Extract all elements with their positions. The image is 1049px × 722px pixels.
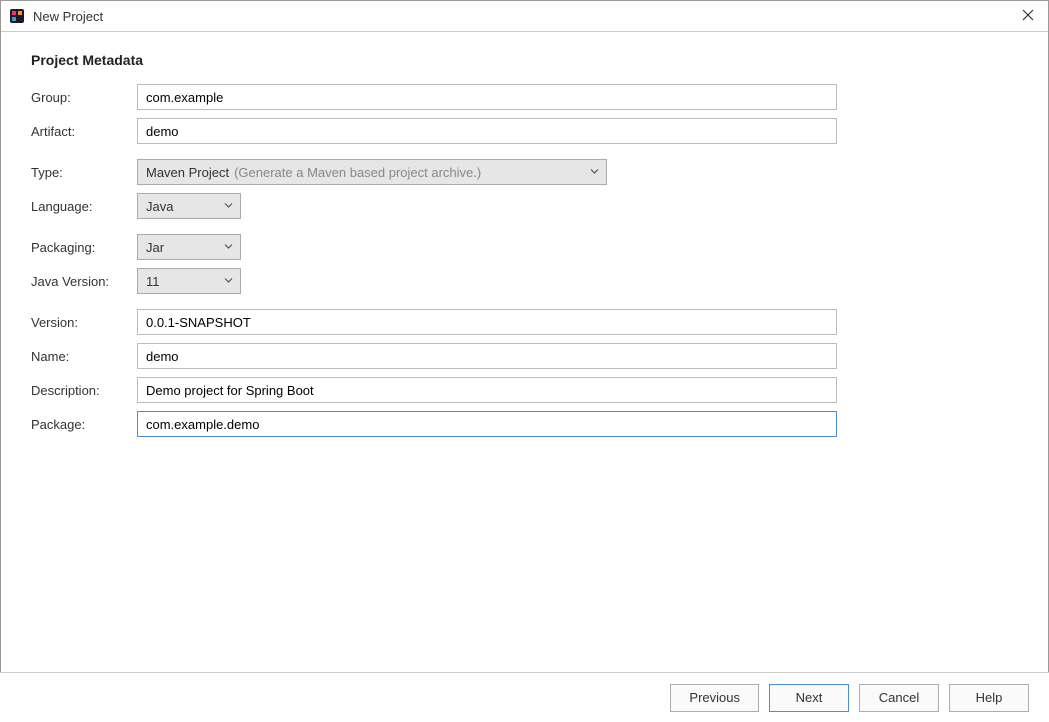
package-input[interactable] — [137, 411, 837, 437]
name-input[interactable] — [137, 343, 837, 369]
artifact-input[interactable] — [137, 118, 837, 144]
package-label: Package: — [31, 417, 137, 432]
language-dropdown-value: Java — [146, 199, 173, 214]
next-button[interactable]: Next — [769, 684, 849, 712]
type-label: Type: — [31, 165, 137, 180]
type-dropdown-value: Maven Project — [146, 165, 229, 180]
language-label: Language: — [31, 199, 137, 214]
previous-button[interactable]: Previous — [670, 684, 759, 712]
content-area: Project Metadata Group: Artifact: Type: … — [1, 32, 1048, 671]
group-label: Group: — [31, 90, 137, 105]
packaging-dropdown[interactable]: Jar — [137, 234, 241, 260]
chevron-down-icon — [224, 242, 233, 253]
java-version-dropdown[interactable]: 11 — [137, 268, 241, 294]
description-label: Description: — [31, 383, 137, 398]
help-button[interactable]: Help — [949, 684, 1029, 712]
version-label: Version: — [31, 315, 137, 330]
description-input[interactable] — [137, 377, 837, 403]
chevron-down-icon — [590, 167, 599, 178]
packaging-label: Packaging: — [31, 240, 137, 255]
footer: Previous Next Cancel Help — [0, 672, 1049, 722]
group-input[interactable] — [137, 84, 837, 110]
close-icon[interactable] — [1016, 5, 1040, 28]
app-icon — [9, 8, 25, 24]
packaging-dropdown-value: Jar — [146, 240, 164, 255]
cancel-button[interactable]: Cancel — [859, 684, 939, 712]
language-dropdown[interactable]: Java — [137, 193, 241, 219]
java-version-dropdown-value: 11 — [146, 274, 160, 289]
artifact-label: Artifact: — [31, 124, 137, 139]
name-label: Name: — [31, 349, 137, 364]
java-version-label: Java Version: — [31, 274, 137, 289]
section-heading: Project Metadata — [31, 52, 1018, 68]
chevron-down-icon — [224, 276, 233, 287]
window-title: New Project — [33, 9, 103, 24]
type-dropdown[interactable]: Maven Project (Generate a Maven based pr… — [137, 159, 607, 185]
type-dropdown-hint: (Generate a Maven based project archive.… — [234, 165, 481, 180]
chevron-down-icon — [224, 201, 233, 212]
titlebar: New Project — [1, 1, 1048, 32]
version-input[interactable] — [137, 309, 837, 335]
